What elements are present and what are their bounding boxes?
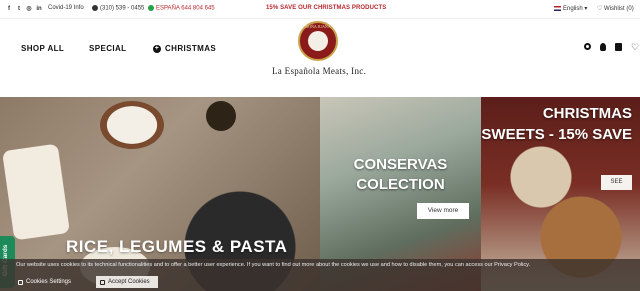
uk-flag-icon <box>554 5 561 11</box>
banner-title: RICE, LEGUMES & PASTA <box>66 237 288 256</box>
banner-title: CHRISTMAS SWEETS - 15% SAVE <box>481 105 632 143</box>
cookies-settings-button[interactable]: Cookies Settings <box>18 276 80 288</box>
user-icon[interactable] <box>600 43 606 51</box>
rice-bag-image <box>2 143 70 241</box>
phone-icon <box>92 5 98 11</box>
banner-title: CONSERVAS COLECTION <box>353 156 448 193</box>
covid-info-link[interactable]: Covid-19 Info <box>48 5 84 11</box>
wishlist-label: Wishlist (0) <box>604 6 634 12</box>
view-more-button[interactable]: View more <box>417 203 469 219</box>
accept-cookies-button[interactable]: Accept Cookies <box>96 276 158 288</box>
language-label: English <box>563 6 583 12</box>
settings-checkbox-icon <box>18 279 23 285</box>
accept-check-icon <box>100 279 105 285</box>
jar-image <box>206 101 236 131</box>
logo-text: DOÑA JUANA <box>305 24 331 29</box>
logo-emblem <box>308 31 328 51</box>
search-icon[interactable] <box>584 43 591 50</box>
company-name[interactable]: La Española Meats, Inc. <box>272 66 366 76</box>
nav-shop-all[interactable]: SHOP ALL <box>21 44 64 53</box>
wishlist-link[interactable]: ♡ Wishlist (0) <box>597 5 634 12</box>
wishlist-heart-icon[interactable]: ♡ <box>631 43 639 52</box>
cookie-banner: Our website uses cookies to its technica… <box>0 259 640 291</box>
nav-christmas-label: CHRISTMAS <box>165 44 217 53</box>
twitter-icon[interactable]: t <box>16 6 22 12</box>
header-icons: ♡ <box>584 43 639 52</box>
cart-icon[interactable] <box>615 43 622 51</box>
accept-cookies-label: Accept Cookies <box>108 279 150 285</box>
logo[interactable]: DOÑA JUANA <box>298 21 338 61</box>
spain-phone[interactable]: ESPAÑA 644 804 645 <box>148 5 215 12</box>
phone-text: (310) 539 - 0455 <box>100 5 145 12</box>
facebook-icon[interactable]: f <box>6 6 12 12</box>
plus-circle-icon: + <box>153 44 161 53</box>
spain-phone-text: ESPAÑA 644 804 645 <box>156 5 215 12</box>
cookies-settings-label: Cookies Settings <box>26 279 72 285</box>
nav-special[interactable]: SPECIAL <box>89 44 126 53</box>
cookie-text: Our website uses cookies to its technica… <box>16 262 531 268</box>
promo-banner[interactable]: 15% SAVE OUR CHRISTMAS PRODUCTS <box>266 5 386 11</box>
phone-number[interactable]: (310) 539 - 0455 <box>92 5 144 12</box>
rice-bowl-image <box>100 101 164 149</box>
whatsapp-icon <box>148 5 154 11</box>
social-links: f t ◎ in <box>6 6 42 12</box>
see-button[interactable]: SEE <box>601 175 632 190</box>
top-bar: f t ◎ in Covid-19 Info (310) 539 - 0455 … <box>0 0 640 19</box>
linkedin-icon[interactable]: in <box>36 6 42 12</box>
instagram-icon[interactable]: ◎ <box>26 6 32 12</box>
language-selector[interactable]: English ▾ <box>554 5 587 12</box>
site-header: SHOP ALL SPECIAL + CHRISTMAS DOÑA JUANA L… <box>0 19 640 97</box>
nav-christmas[interactable]: + CHRISTMAS <box>153 44 216 53</box>
